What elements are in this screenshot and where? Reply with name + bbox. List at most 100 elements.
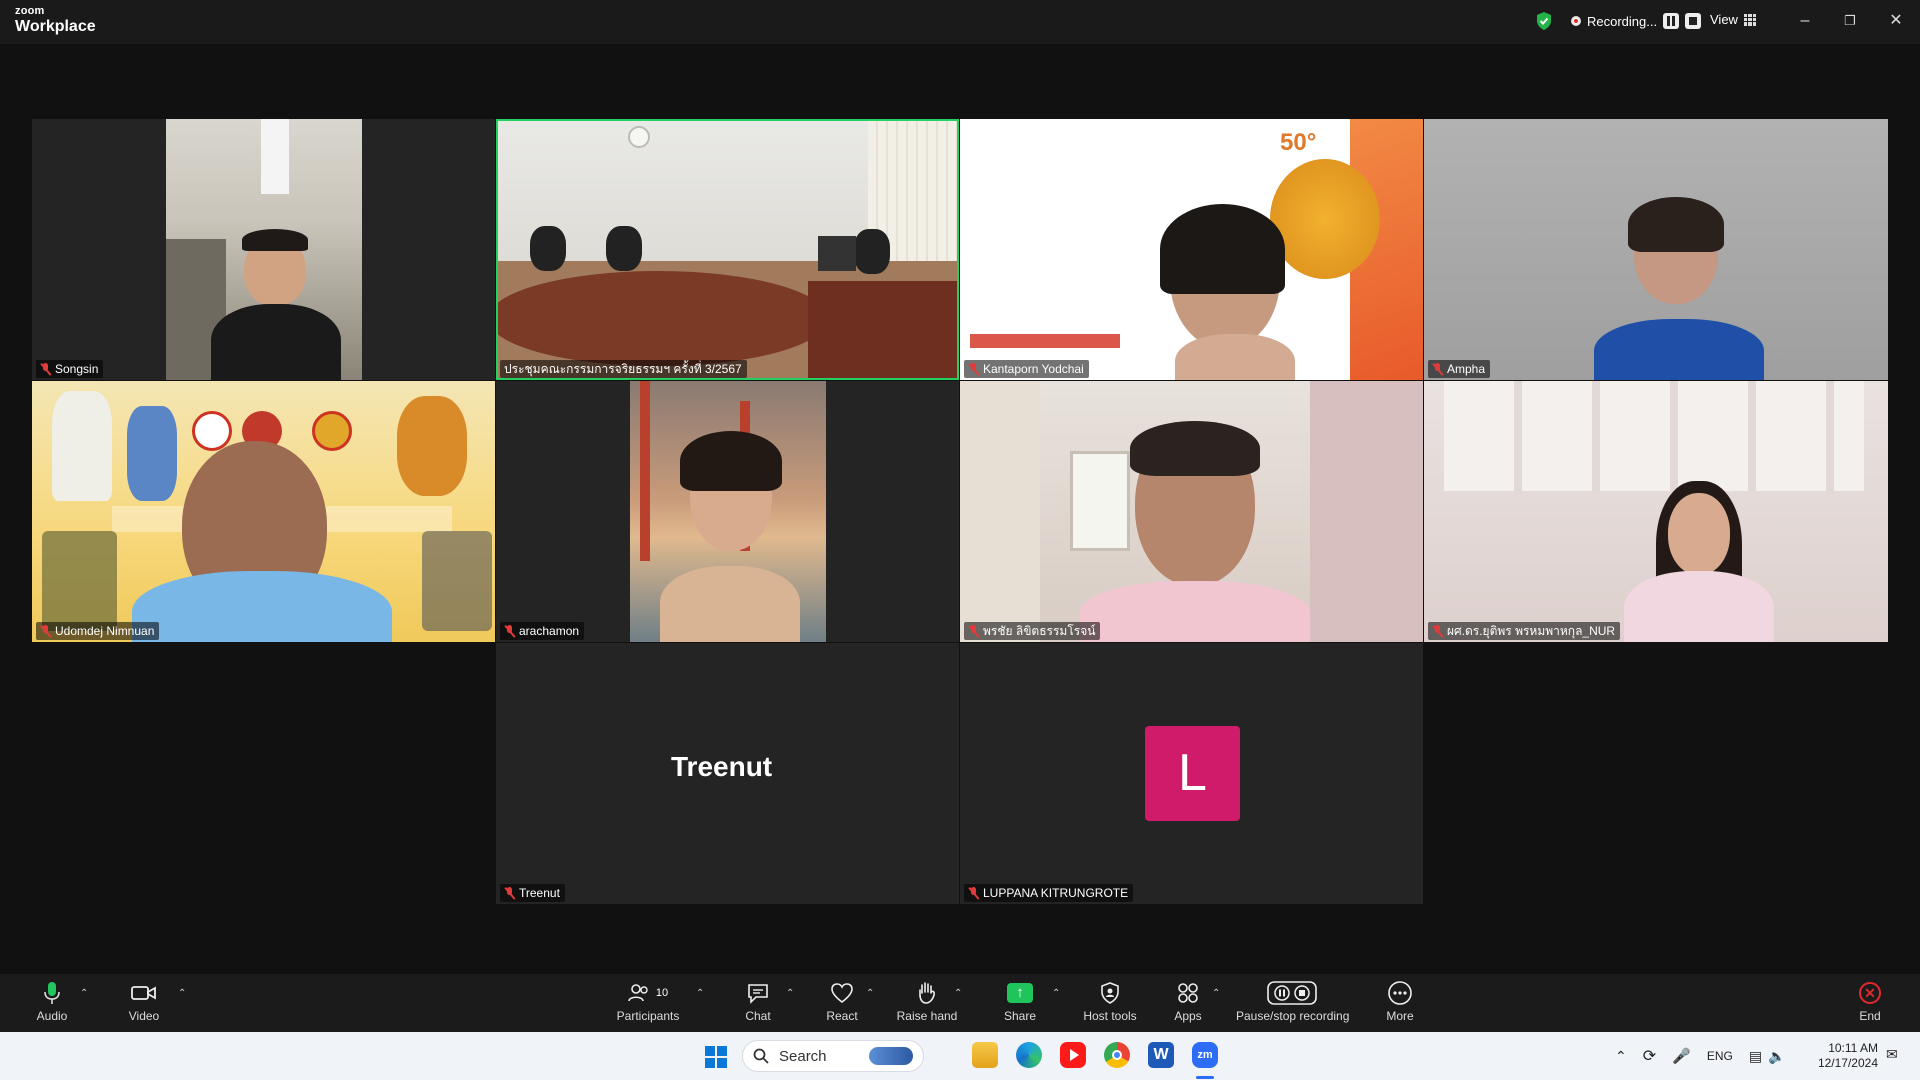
participant-tile[interactable]: 50° Kantaporn Yodchai [960, 119, 1423, 380]
chat-label: Chat [745, 1009, 771, 1023]
participant-display-name: Treenut [671, 751, 773, 782]
chrome-icon[interactable] [1104, 1042, 1130, 1068]
stop-recording-icon[interactable] [1685, 13, 1702, 29]
security-shield-icon[interactable] [1535, 11, 1553, 31]
zoom-app-icon[interactable]: zm [1192, 1042, 1218, 1068]
sync-icon[interactable]: ⟳ [1643, 1046, 1656, 1066]
share-label: Share [1003, 1009, 1037, 1023]
raise-hand-button[interactable]: Raise hand [896, 980, 958, 1023]
tray-overflow-chevron-icon[interactable]: ⌃ [1615, 1048, 1627, 1065]
apps-button[interactable]: Apps [1168, 980, 1208, 1023]
host-tools-shield-icon [1101, 982, 1119, 1004]
title-bar: zoom Workplace Recording... View – ❐ ✕ [0, 0, 1920, 44]
video-options-chevron-icon[interactable]: ⌃ [178, 988, 186, 999]
pause-stop-recording-icon [1267, 981, 1317, 1005]
participant-name: LUPPANA KITRUNGROTE [983, 886, 1129, 900]
participants-label: Participants [616, 1009, 680, 1023]
participant-name: arachamon [519, 624, 580, 638]
participant-tile[interactable]: Udomdej Nimnuan [32, 381, 495, 642]
host-tools-button[interactable]: Host tools [1080, 980, 1140, 1023]
participant-name: Treenut [519, 886, 560, 900]
participant-video [1424, 119, 1888, 380]
participants-count: 10 [655, 987, 669, 999]
participant-video [960, 381, 1423, 642]
word-icon[interactable]: W [1148, 1042, 1174, 1068]
clock-time: 10:11 AM [1828, 1041, 1878, 1055]
name-tag: Treenut [500, 884, 565, 902]
view-button[interactable]: View [1710, 12, 1756, 27]
audio-options-chevron-icon[interactable]: ⌃ [80, 988, 88, 999]
participants-button[interactable]: 10 Participants [612, 980, 684, 1023]
end-call-icon: ✕ [1859, 982, 1881, 1004]
edge-browser-icon[interactable] [1016, 1042, 1042, 1068]
pause-stop-recording-button[interactable]: Pause/stop recording [1236, 980, 1350, 1023]
logo-big-text: Workplace [15, 18, 96, 35]
share-screen-icon: ↑ [1007, 983, 1033, 1003]
taskbar-clock[interactable]: 10:11 AM 12/17/2024 [1808, 1041, 1878, 1071]
windows-start-icon[interactable] [704, 1045, 728, 1069]
youtube-icon[interactable] [1060, 1042, 1086, 1068]
participant-name: Ampha [1447, 362, 1486, 376]
language-indicator[interactable]: ENG [1707, 1049, 1733, 1063]
name-tag: Songsin [36, 360, 104, 378]
participant-tile[interactable]: arachamon [496, 381, 959, 642]
participant-tile-video-off[interactable]: Treenut Treenut [496, 643, 959, 904]
react-button[interactable]: React [822, 980, 862, 1023]
microphone-icon [44, 982, 60, 1004]
view-label: View [1710, 12, 1738, 27]
file-explorer-icon[interactable] [972, 1042, 998, 1068]
participants-options-chevron-icon[interactable]: ⌃ [696, 988, 704, 999]
name-tag: ประชุมคณะกรรมการจริยธรรมฯ ครั้งที่ 3/256… [500, 360, 747, 378]
participant-name: ประชุมคณะกรรมการจริยธรรมฯ ครั้งที่ 3/256… [504, 362, 742, 376]
share-button[interactable]: ↑ Share [1000, 980, 1040, 1023]
video-button[interactable]: Video [122, 980, 166, 1023]
muted-mic-icon [968, 624, 979, 638]
chat-button[interactable]: Chat [738, 980, 778, 1023]
audio-button[interactable]: Audio [30, 980, 74, 1023]
meeting-toolbar: Audio ⌃ Video ⌃ 10 Participants ⌃ Chat ⌃… [0, 974, 1920, 1032]
tray-microphone-icon[interactable]: 🎤 [1672, 1047, 1691, 1065]
participant-video [498, 121, 957, 378]
participant-video [166, 119, 362, 380]
participant-tile[interactable]: พรชัย ลิขิตธรรมโรจน์ [960, 381, 1423, 642]
system-tray: ⌃ ⟳ 🎤 ENG ▤ 🔈 [1615, 1032, 1786, 1080]
pause-recording-icon[interactable] [1663, 13, 1680, 29]
apps-options-chevron-icon[interactable]: ⌃ [1212, 988, 1220, 999]
pause-stop-recording-label: Pause/stop recording [1236, 1009, 1350, 1023]
participant-name: Songsin [55, 362, 99, 376]
raise-hand-icon [919, 982, 935, 1004]
taskbar-search-input[interactable]: Search [742, 1040, 924, 1072]
more-button[interactable]: More [1380, 980, 1420, 1023]
share-options-chevron-icon[interactable]: ⌃ [1052, 988, 1060, 999]
participant-tile-video-off[interactable]: L LUPPANA KITRUNGROTE [960, 643, 1423, 904]
minimize-icon[interactable]: – [1793, 10, 1817, 32]
video-label: Video [128, 1009, 160, 1023]
end-label: End [1859, 1009, 1881, 1023]
more-label: More [1386, 1009, 1414, 1023]
muted-mic-icon [1432, 362, 1443, 376]
end-meeting-button[interactable]: ✕ End [1854, 980, 1886, 1023]
participant-tile[interactable]: ผศ.ดร.ยุติพร พรหมพาหกุล_NUR [1424, 381, 1888, 642]
restore-icon[interactable]: ❐ [1838, 10, 1862, 32]
participants-icon [628, 984, 648, 1002]
participant-video [1424, 381, 1888, 642]
search-icon [753, 1048, 769, 1064]
close-icon[interactable]: ✕ [1884, 10, 1908, 32]
participant-name: Kantaporn Yodchai [983, 362, 1084, 376]
react-options-chevron-icon[interactable]: ⌃ [866, 988, 874, 999]
muted-mic-icon [40, 624, 51, 638]
network-icon[interactable]: ▤ [1749, 1048, 1762, 1065]
participant-tile-active-speaker[interactable]: ประชุมคณะกรรมการจริยธรรมฯ ครั้งที่ 3/256… [496, 119, 959, 380]
participant-tile[interactable]: Songsin [32, 119, 495, 380]
zoom-workplace-logo: zoom Workplace [15, 6, 96, 35]
chat-options-chevron-icon[interactable]: ⌃ [786, 988, 794, 999]
avatar: L [1145, 726, 1240, 821]
participant-video [630, 381, 826, 642]
notification-icon[interactable]: ✉ [1886, 1046, 1898, 1063]
speaker-icon[interactable]: 🔈 [1768, 1048, 1785, 1065]
apps-icon [1178, 983, 1198, 1003]
name-tag: Ampha [1428, 360, 1491, 378]
participant-tile[interactable]: Ampha [1424, 119, 1888, 380]
name-tag: พรชัย ลิขิตธรรมโรจน์ [964, 622, 1101, 640]
raise-hand-options-chevron-icon[interactable]: ⌃ [954, 988, 962, 999]
